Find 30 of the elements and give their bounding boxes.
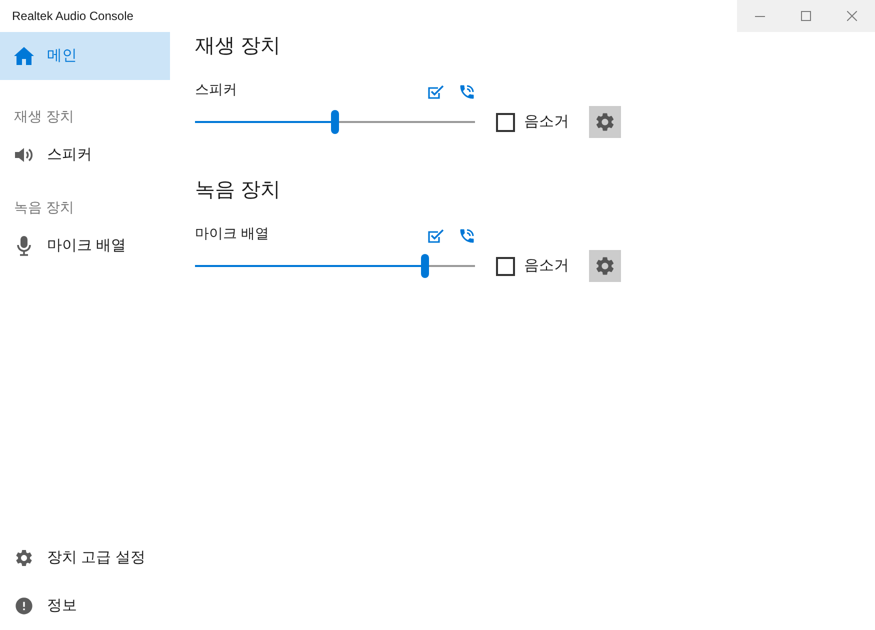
microphone-icon — [17, 236, 31, 256]
check-square-icon[interactable] — [428, 85, 444, 99]
mute-label: 음소거 — [524, 256, 569, 276]
info-icon — [14, 595, 34, 617]
device-name: 마이크 배열 — [195, 224, 269, 242]
settings-icon — [14, 547, 34, 569]
maximize-icon — [801, 11, 811, 21]
section-heading: 녹음 장치 — [195, 178, 281, 203]
sidebar-heading: 재생 장치 — [14, 107, 74, 126]
close-icon — [847, 11, 857, 21]
volume-slider[interactable] — [195, 110, 475, 134]
settings-icon — [594, 255, 616, 277]
phone-icon[interactable] — [458, 83, 476, 101]
settings-icon — [594, 111, 616, 133]
device-name: 스피커 — [195, 80, 237, 98]
settings-button[interactable] — [589, 250, 621, 282]
settings-button[interactable] — [589, 106, 621, 138]
check-square-icon[interactable] — [428, 229, 444, 243]
section-heading: 재생 장치 — [195, 34, 281, 59]
slider-thumb[interactable] — [331, 110, 339, 134]
mute-label: 음소거 — [524, 112, 569, 132]
speaker-icon — [14, 147, 34, 163]
sidebar-heading: 녹음 장치 — [14, 198, 74, 217]
phone-icon[interactable] — [458, 227, 476, 245]
window-title: Realtek Audio Console — [12, 8, 134, 25]
mute-checkbox[interactable] — [496, 256, 515, 276]
slider-thumb[interactable] — [420, 254, 429, 278]
mute-checkbox[interactable] — [496, 112, 515, 132]
volume-slider[interactable] — [195, 254, 475, 278]
home-icon — [14, 47, 34, 65]
